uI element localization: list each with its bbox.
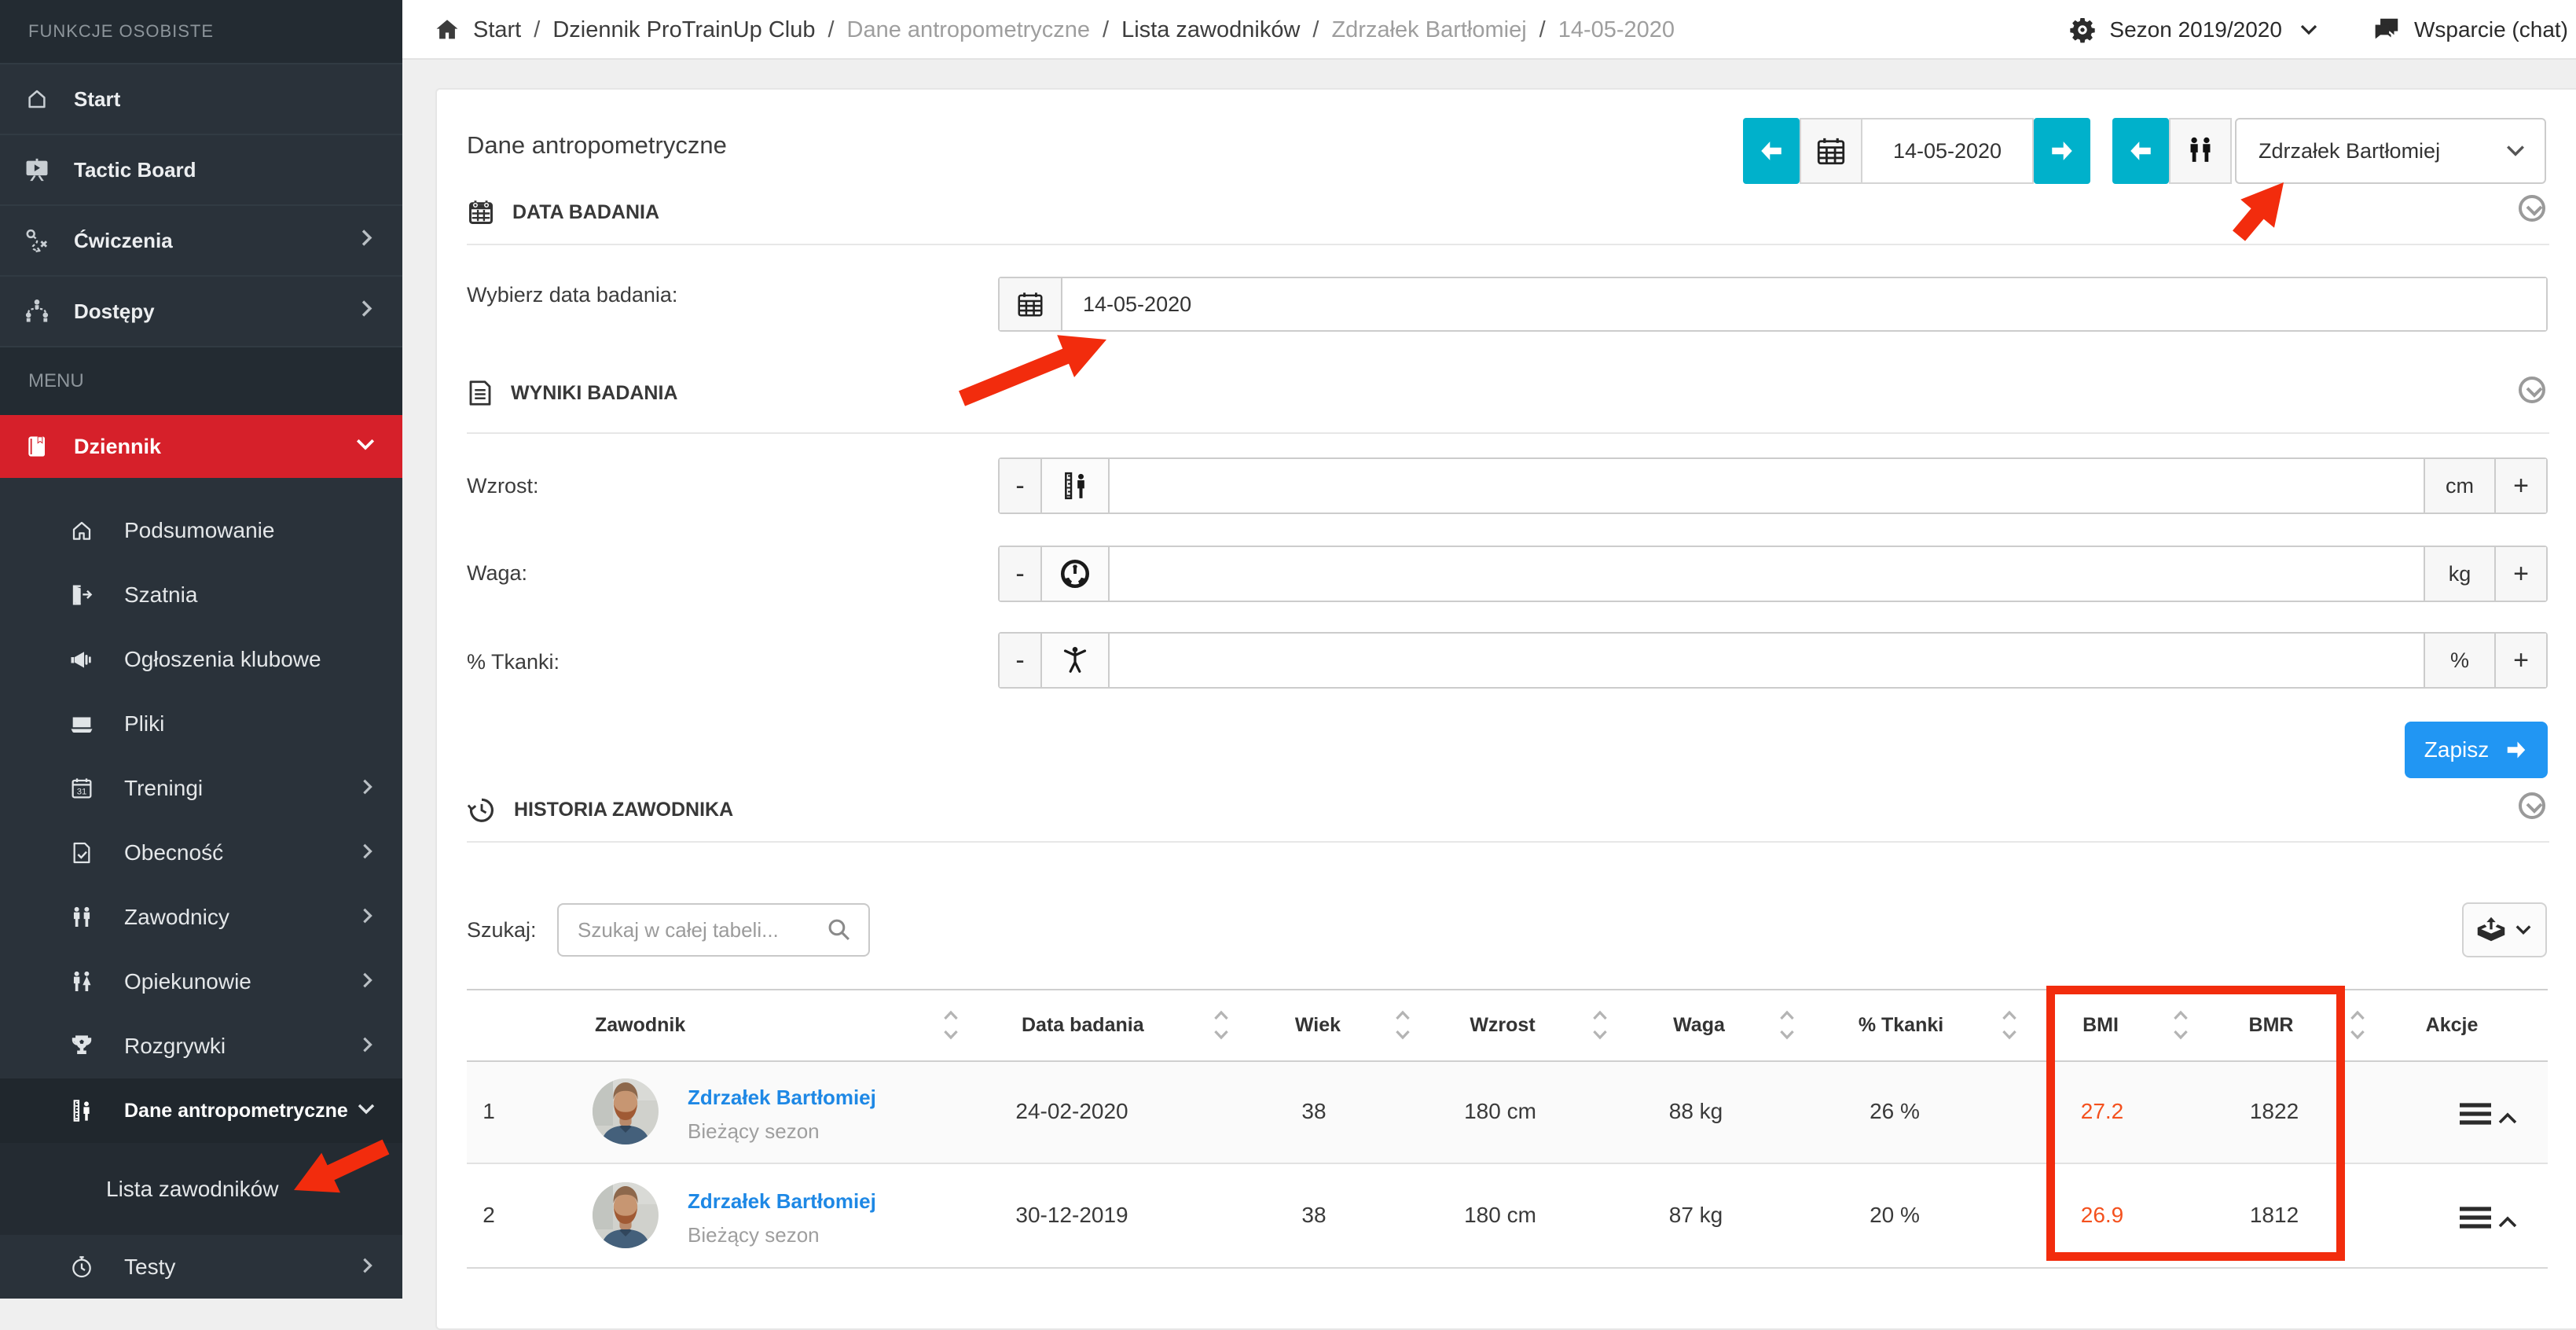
svg-text:31: 31 (77, 787, 87, 796)
